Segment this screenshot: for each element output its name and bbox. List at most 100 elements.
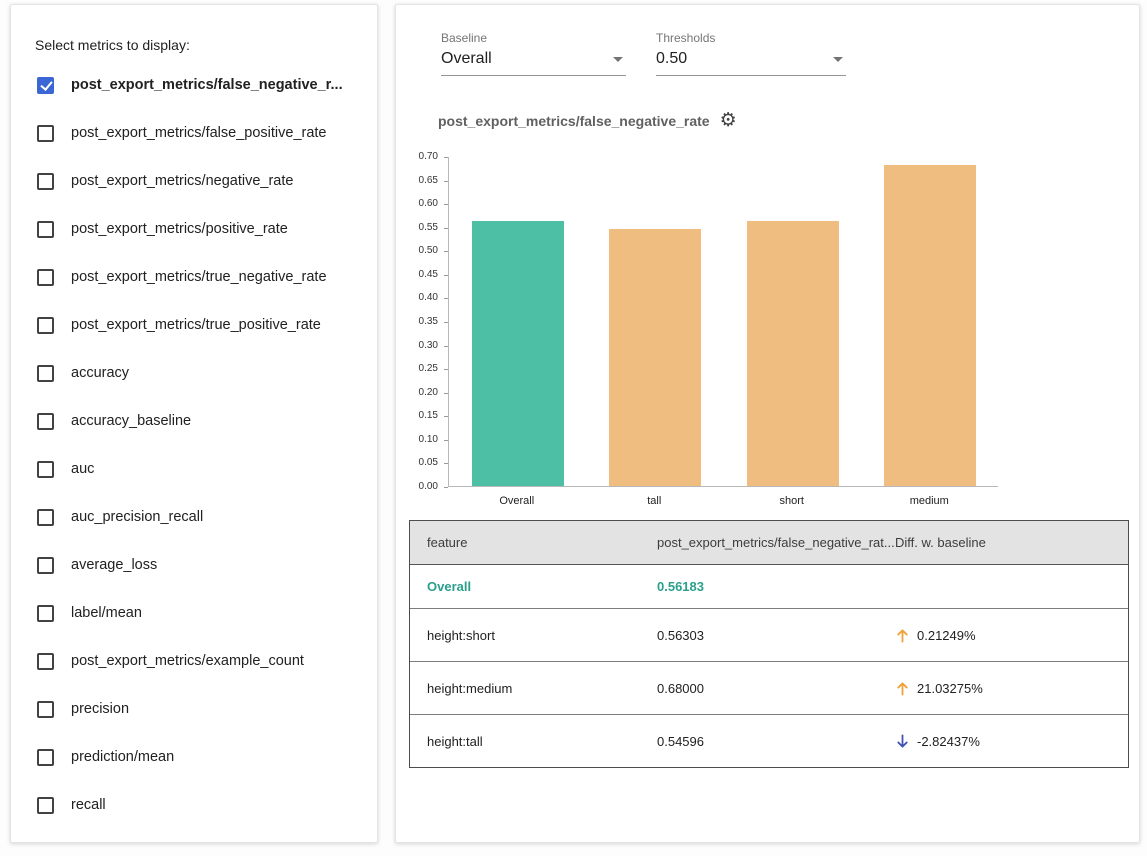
y-tick-label: 0.50 bbox=[408, 246, 438, 256]
y-tick-label: 0.00 bbox=[408, 482, 438, 492]
chart-header: post_export_metrics/false_negative_rate … bbox=[438, 111, 737, 130]
y-tick-label: 0.55 bbox=[408, 223, 438, 233]
settings-gear-icon[interactable]: ⚙ bbox=[720, 111, 737, 130]
thresholds-select[interactable]: Thresholds 0.50 bbox=[656, 31, 846, 76]
checkbox-unchecked-icon[interactable] bbox=[37, 125, 54, 142]
metric-checkbox-item[interactable]: auc_precision_recall bbox=[11, 493, 377, 541]
checkbox-unchecked-icon[interactable] bbox=[37, 365, 54, 382]
metric-selection-title: Select metrics to display: bbox=[11, 5, 377, 57]
y-tick-label: 0.30 bbox=[408, 341, 438, 351]
metric-label: recall bbox=[71, 797, 106, 813]
baseline-select[interactable]: Baseline Overall bbox=[441, 31, 626, 76]
metric-checkbox-item[interactable]: precision bbox=[11, 685, 377, 733]
metric-checkbox-item[interactable]: post_export_metrics/false_negative_r... bbox=[11, 61, 377, 109]
checkbox-unchecked-icon[interactable] bbox=[37, 797, 54, 814]
metric-value-cell: 0.68000 bbox=[640, 681, 878, 696]
diff-cell: 0.21249% bbox=[878, 627, 1128, 644]
metric-label: post_export_metrics/positive_rate bbox=[71, 221, 288, 237]
arrow-down-icon bbox=[895, 733, 910, 750]
checkbox-unchecked-icon[interactable] bbox=[37, 653, 54, 670]
chart-title: post_export_metrics/false_negative_rate bbox=[438, 113, 710, 129]
table-row[interactable]: height:short0.563030.21249% bbox=[410, 608, 1128, 661]
y-tick-label: 0.60 bbox=[408, 199, 438, 209]
metric-checkbox-item[interactable]: recall bbox=[11, 781, 377, 829]
chevron-down-icon[interactable] bbox=[613, 57, 623, 62]
baseline-select-value: Overall bbox=[441, 50, 492, 68]
bar-chart: 0.000.050.100.150.200.250.300.350.400.45… bbox=[396, 153, 1141, 513]
metric-checkbox-item[interactable]: average_loss bbox=[11, 541, 377, 589]
arrow-up-icon bbox=[895, 627, 910, 644]
x-tick-label: short bbox=[723, 495, 861, 507]
x-tick-label: tall bbox=[586, 495, 724, 507]
checkbox-unchecked-icon[interactable] bbox=[37, 557, 54, 574]
diff-value: 21.03275% bbox=[917, 681, 983, 696]
bar-tall[interactable] bbox=[609, 229, 701, 486]
metric-value-cell: 0.54596 bbox=[640, 734, 878, 749]
plot-area bbox=[448, 157, 998, 487]
metric-label: post_export_metrics/true_negative_rate bbox=[71, 269, 327, 285]
metrics-table: featurepost_export_metrics/false_negativ… bbox=[409, 520, 1129, 768]
feature-cell: height:tall bbox=[410, 734, 640, 749]
table-header-row: featurepost_export_metrics/false_negativ… bbox=[410, 521, 1128, 565]
diff-value: -2.82437% bbox=[917, 734, 980, 749]
y-tick-label: 0.10 bbox=[408, 435, 438, 445]
checkbox-checked-icon[interactable] bbox=[37, 77, 54, 94]
x-axis-labels: Overalltallshortmedium bbox=[448, 495, 998, 509]
diff-value: 0.21249% bbox=[917, 628, 976, 643]
thresholds-select-value: 0.50 bbox=[656, 50, 687, 68]
y-tick-label: 0.45 bbox=[408, 270, 438, 280]
metric-checkbox-item[interactable]: post_export_metrics/positive_rate bbox=[11, 205, 377, 253]
table-body: Overall0.56183height:short0.563030.21249… bbox=[410, 565, 1128, 767]
checkbox-unchecked-icon[interactable] bbox=[37, 173, 54, 190]
metric-checkbox-item[interactable]: post_export_metrics/negative_rate bbox=[11, 157, 377, 205]
metric-checkbox-item[interactable]: post_export_metrics/example_count bbox=[11, 637, 377, 685]
diff-cell: -2.82437% bbox=[878, 733, 1128, 750]
metrics-list: post_export_metrics/false_negative_r...p… bbox=[11, 57, 377, 829]
y-tick-label: 0.70 bbox=[408, 152, 438, 162]
checkbox-unchecked-icon[interactable] bbox=[37, 221, 54, 238]
metric-checkbox-item[interactable]: accuracy bbox=[11, 349, 377, 397]
metric-label: post_export_metrics/false_positive_rate bbox=[71, 125, 327, 141]
metric-checkbox-item[interactable]: accuracy_baseline bbox=[11, 397, 377, 445]
checkbox-unchecked-icon[interactable] bbox=[37, 269, 54, 286]
metric-label: auc_precision_recall bbox=[71, 509, 203, 525]
checkbox-unchecked-icon[interactable] bbox=[37, 509, 54, 526]
metric-checkbox-item[interactable]: auc bbox=[11, 445, 377, 493]
checkbox-unchecked-icon[interactable] bbox=[37, 317, 54, 334]
metric-checkbox-item[interactable]: post_export_metrics/true_positive_rate bbox=[11, 301, 377, 349]
y-tick-label: 0.35 bbox=[408, 317, 438, 327]
table-row[interactable]: Overall0.56183 bbox=[410, 565, 1128, 608]
checkbox-unchecked-icon[interactable] bbox=[37, 461, 54, 478]
checkbox-unchecked-icon[interactable] bbox=[37, 413, 54, 430]
metric-label: precision bbox=[71, 701, 129, 717]
y-tick-label: 0.20 bbox=[408, 388, 438, 398]
y-tick-mark bbox=[444, 487, 448, 488]
results-panel: Baseline Overall Thresholds 0.50 post_ex… bbox=[395, 4, 1140, 843]
table-header-cell: Diff. w. baseline bbox=[878, 535, 1128, 550]
metric-checkbox-item[interactable]: label/mean bbox=[11, 589, 377, 637]
bar-Overall[interactable] bbox=[472, 221, 564, 486]
metric-checkbox-item[interactable]: post_export_metrics/false_positive_rate bbox=[11, 109, 377, 157]
x-tick-label: Overall bbox=[448, 495, 586, 507]
diff-cell: 21.03275% bbox=[878, 680, 1128, 697]
baseline-select-label: Baseline bbox=[441, 31, 626, 45]
metric-label: accuracy_baseline bbox=[71, 413, 191, 429]
feature-cell: height:short bbox=[410, 628, 640, 643]
checkbox-unchecked-icon[interactable] bbox=[37, 605, 54, 622]
table-row[interactable]: height:tall0.54596 -2.82437% bbox=[410, 714, 1128, 767]
metric-selection-panel: Select metrics to display: post_export_m… bbox=[10, 4, 378, 843]
metric-checkbox-item[interactable]: prediction/mean bbox=[11, 733, 377, 781]
checkbox-unchecked-icon[interactable] bbox=[37, 749, 54, 766]
chevron-down-icon[interactable] bbox=[833, 57, 843, 62]
metric-checkbox-item[interactable]: post_export_metrics/true_negative_rate bbox=[11, 253, 377, 301]
y-tick-label: 0.40 bbox=[408, 293, 438, 303]
bar-medium[interactable] bbox=[884, 165, 976, 486]
metric-value-cell: 0.56183 bbox=[640, 579, 878, 594]
table-header-cell: feature bbox=[410, 535, 640, 550]
bar-short[interactable] bbox=[747, 221, 839, 486]
checkbox-unchecked-icon[interactable] bbox=[37, 701, 54, 718]
feature-cell: height:medium bbox=[410, 681, 640, 696]
metric-label: label/mean bbox=[71, 605, 142, 621]
table-row[interactable]: height:medium0.68000 21.03275% bbox=[410, 661, 1128, 714]
x-tick-label: medium bbox=[861, 495, 999, 507]
